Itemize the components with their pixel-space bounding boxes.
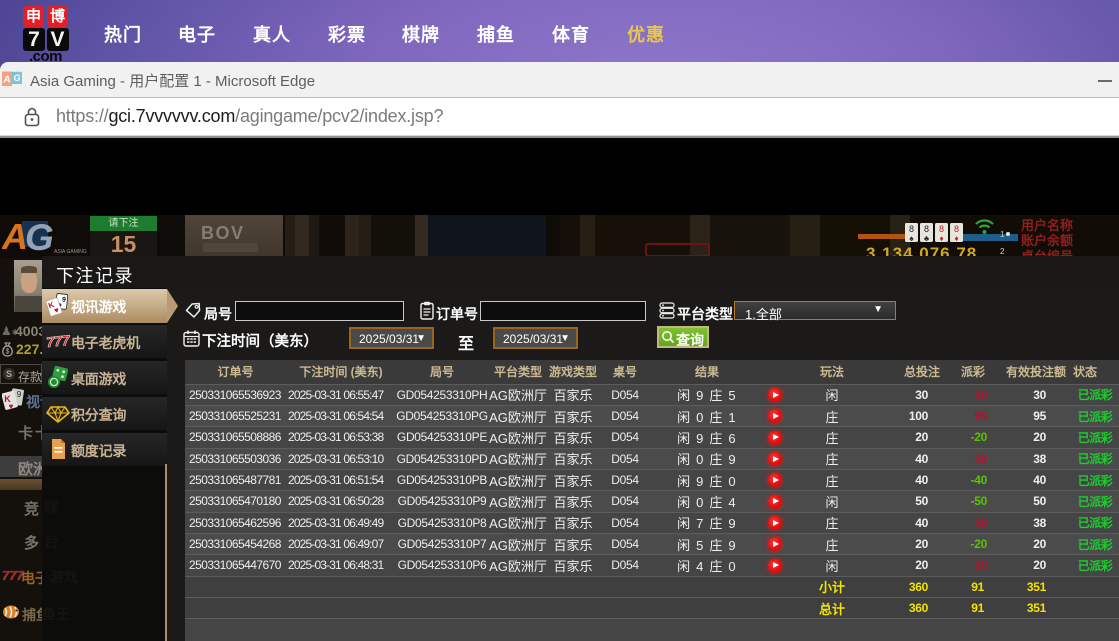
svg-text:8: 8 [909, 224, 914, 234]
svg-text:A: A [2, 75, 10, 86]
svg-text:8: 8 [939, 224, 944, 234]
svg-text:$: $ [6, 349, 10, 356]
svg-text:G: G [25, 217, 54, 255]
svg-text:♥: ♥ [9, 402, 14, 411]
svg-text:8: 8 [924, 224, 929, 234]
svg-text:♦: ♦ [939, 234, 943, 243]
svg-text:8: 8 [954, 224, 959, 234]
svg-text:♦: ♦ [954, 234, 958, 243]
svg-text:9: 9 [17, 390, 22, 399]
svg-text:G: G [13, 73, 20, 83]
svg-text:ASIA GAMING: ASIA GAMING [54, 249, 87, 255]
svg-text:777: 777 [46, 332, 70, 350]
svg-text:♣: ♣ [924, 234, 930, 243]
